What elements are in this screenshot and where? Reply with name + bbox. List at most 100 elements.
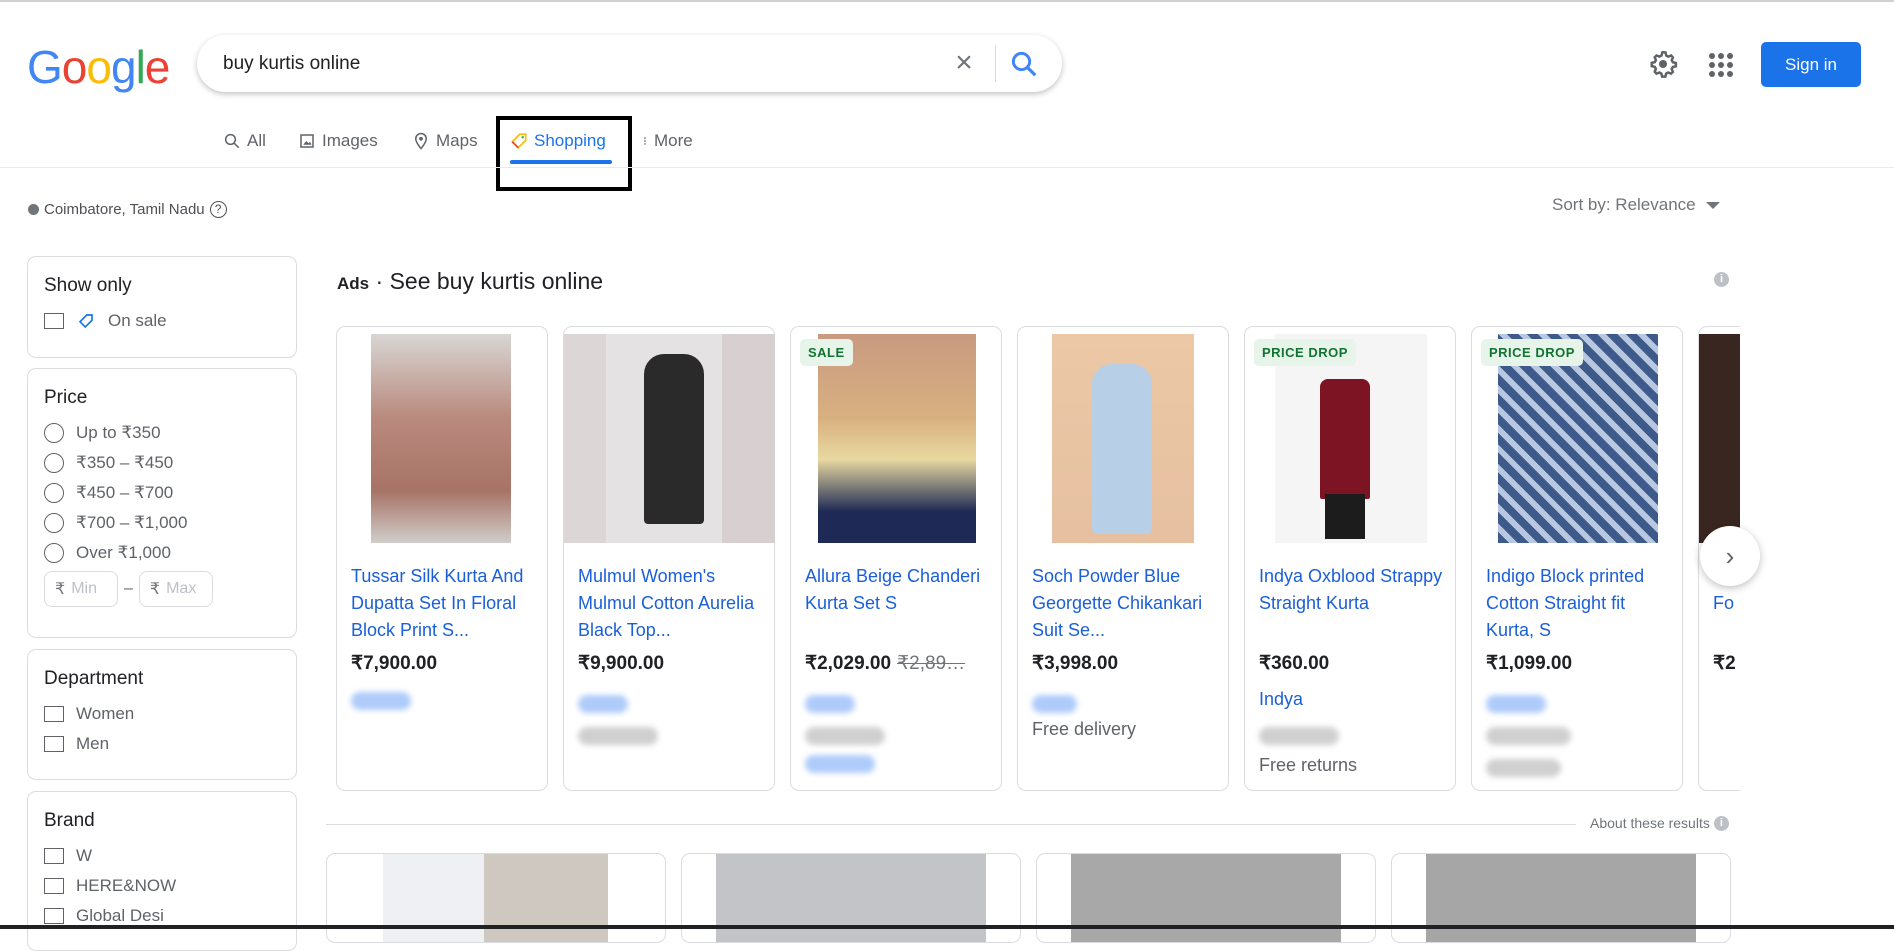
carousel-next-button[interactable]: › <box>1700 526 1760 586</box>
price-option[interactable]: ₹450 – ₹700 <box>44 481 280 504</box>
product-card[interactable]: PRICE DROP Indya Oxblood Strappy Straigh… <box>1244 326 1456 791</box>
tab-maps[interactable]: Maps <box>412 128 478 154</box>
price-option[interactable]: ₹700 – ₹1,000 <box>44 511 280 534</box>
tab-images[interactable]: Images <box>298 128 378 154</box>
search-divider <box>995 45 996 82</box>
sale-badge: SALE <box>800 339 853 366</box>
price-drop-badge: PRICE DROP <box>1481 339 1583 366</box>
tab-all[interactable]: All <box>223 128 266 154</box>
blurred-shipping <box>1486 759 1561 777</box>
tab-more[interactable]: More <box>640 128 693 154</box>
currency-symbol: ₹ <box>149 581 161 598</box>
product-image <box>1426 854 1696 942</box>
ads-label: Ads <box>337 274 370 293</box>
location-dot-icon <box>28 204 39 215</box>
tag-icon <box>78 313 93 328</box>
ads-heading: Ads · See buy kurtis online <box>337 268 603 295</box>
product-card[interactable]: Tussar Silk Kurta And Dupatta Set In Flo… <box>336 326 548 791</box>
caret-down-icon <box>1705 201 1720 209</box>
product-image <box>1699 334 1740 543</box>
product-title[interactable]: Soch Powder Blue Georgette Chikankari Su… <box>1032 563 1218 644</box>
checkbox[interactable] <box>44 907 64 924</box>
filter-title: Department <box>44 668 144 689</box>
currency-symbol: ₹ <box>55 581 66 598</box>
old-price: ₹2,89… <box>897 653 966 674</box>
placeholder: Min <box>71 580 97 597</box>
blurred-seller <box>351 692 411 710</box>
product-card[interactable]: SALE Allura Beige Chanderi Kurta Set S ₹… <box>790 326 1002 791</box>
price-drop-badge: PRICE DROP <box>1254 339 1356 366</box>
option-label: HERE&NOW <box>76 875 177 895</box>
option-label: ₹700 – ₹1,000 <box>76 512 188 532</box>
radio[interactable] <box>44 422 64 443</box>
clear-icon[interactable]: × <box>949 48 979 79</box>
search-icon[interactable] <box>1009 49 1039 79</box>
checkbox[interactable] <box>44 735 64 752</box>
sign-in-button[interactable]: Sign in <box>1761 42 1861 87</box>
product-price: ₹3,998.00 <box>1032 653 1119 674</box>
product-title[interactable]: Tussar Silk Kurta And Dupatta Set In Flo… <box>351 563 537 644</box>
radio[interactable] <box>44 542 64 563</box>
product-card[interactable] <box>326 853 666 943</box>
info-icon[interactable]: i <box>1714 272 1729 287</box>
blurred-seller <box>578 695 628 713</box>
search-box: × <box>197 35 1062 92</box>
price-option[interactable]: Over ₹1,000 <box>44 541 280 564</box>
option-label: ₹350 – ₹450 <box>76 452 174 472</box>
checkbox[interactable] <box>44 312 64 329</box>
taskbar-edge <box>0 925 1894 929</box>
window-top-border <box>0 0 1894 2</box>
highlight-box <box>496 116 632 191</box>
sort-dropdown[interactable]: Sort by: Relevance <box>1552 195 1720 215</box>
product-card[interactable] <box>681 853 1021 943</box>
blurred-shipping <box>578 727 658 745</box>
department-option[interactable]: Women <box>44 702 280 725</box>
about-these-results[interactable]: About these results i <box>1590 815 1729 831</box>
min-price-input[interactable]: ₹ Min <box>44 571 118 607</box>
product-card[interactable]: Mulmul Women's Mulmul Cotton Aurelia Bla… <box>563 326 775 791</box>
gear-icon[interactable] <box>1648 49 1678 79</box>
max-price-input[interactable]: ₹ Max <box>138 571 213 607</box>
price-option[interactable]: ₹350 – ₹450 <box>44 451 280 474</box>
product-image <box>383 854 608 942</box>
blurred-shipping <box>805 727 885 745</box>
seller-name[interactable]: Indya <box>1259 689 1303 710</box>
brand-option[interactable]: Global Desi <box>44 904 280 927</box>
product-image <box>1071 854 1341 942</box>
option-label: Over ₹1,000 <box>76 542 171 562</box>
checkbox[interactable] <box>44 877 64 894</box>
product-title[interactable]: Mulmul Women's Mulmul Cotton Aurelia Bla… <box>578 563 764 644</box>
brand-option[interactable]: W <box>44 844 280 867</box>
product-title[interactable]: Indigo Block printed Cotton Straight fit… <box>1486 563 1672 644</box>
product-card[interactable] <box>1391 853 1731 943</box>
blurred-seller <box>805 695 855 713</box>
tab-label: All <box>247 131 266 150</box>
tab-label: Images <box>322 131 378 150</box>
range-dash: – <box>124 580 133 597</box>
search-input[interactable] <box>223 35 923 92</box>
checkbox[interactable] <box>44 705 64 722</box>
search-icon <box>224 133 240 149</box>
radio[interactable] <box>44 512 64 533</box>
product-price: ₹9,900.00 <box>578 653 665 674</box>
product-card[interactable]: Soch Powder Blue Georgette Chikankari Su… <box>1017 326 1229 791</box>
radio[interactable] <box>44 452 64 473</box>
option-label: ₹450 – ₹700 <box>76 482 174 502</box>
blurred-seller <box>1032 695 1077 713</box>
product-title[interactable]: Indya Oxblood Strappy Straight Kurta <box>1259 563 1445 617</box>
product-title[interactable]: Allura Beige Chanderi Kurta Set S <box>805 563 991 617</box>
checkbox[interactable] <box>44 847 64 864</box>
radio[interactable] <box>44 482 64 503</box>
filter-on-sale[interactable]: On sale <box>44 309 280 332</box>
google-logo[interactable]: Google <box>27 40 170 94</box>
apps-grid-icon[interactable] <box>1709 53 1733 77</box>
brand-option[interactable]: HERE&NOW <box>44 874 280 897</box>
price-option[interactable]: Up to ₹350 <box>44 421 280 444</box>
product-card[interactable] <box>1036 853 1376 943</box>
current-price: ₹2,029.00 <box>805 653 892 674</box>
product-card[interactable]: PRICE DROP Indigo Block printed Cotton S… <box>1471 326 1683 791</box>
shipping-info: Free delivery <box>1032 719 1137 739</box>
help-icon[interactable]: ? <box>209 201 227 218</box>
product-title[interactable]: Fo G <box>1713 590 1740 617</box>
department-option[interactable]: Men <box>44 732 280 755</box>
